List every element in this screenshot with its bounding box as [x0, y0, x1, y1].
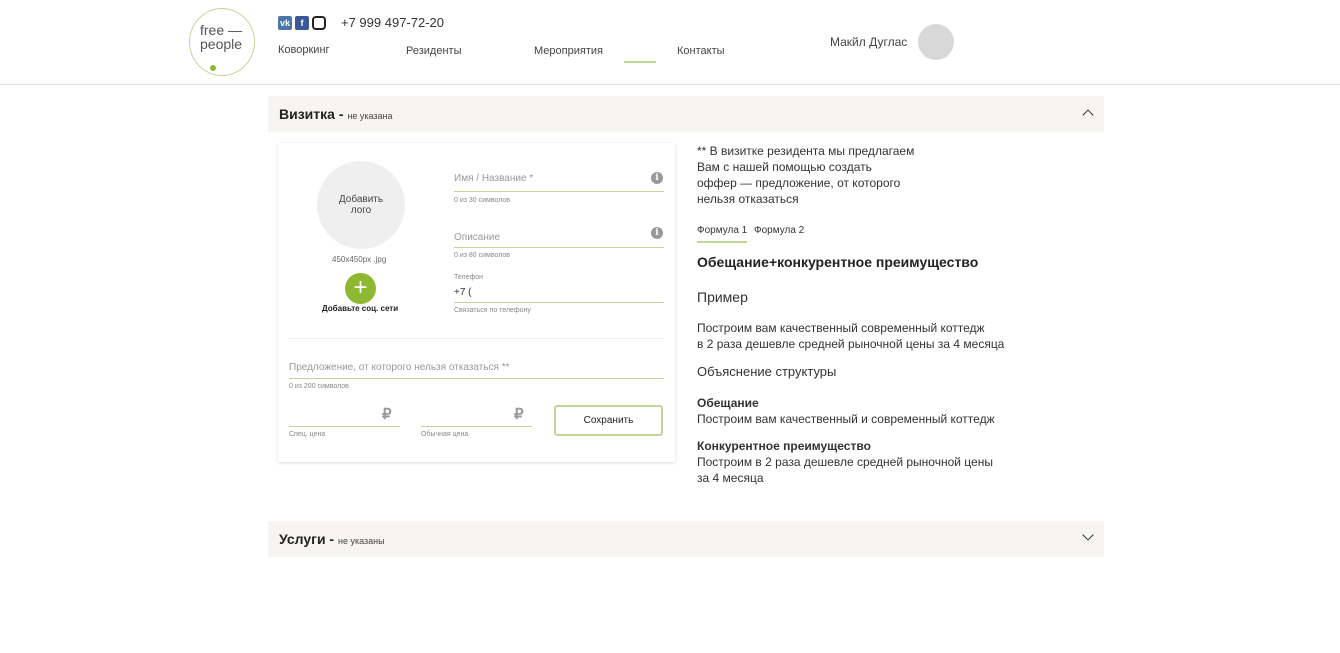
- chevron-up-icon[interactable]: [1082, 109, 1094, 121]
- help-intro: ** В визитке резидента мы предлагаем Вам …: [697, 144, 915, 206]
- user-name[interactable]: Макйл Дуглас: [830, 35, 907, 49]
- vizitka-status: не указана: [347, 111, 393, 121]
- phone[interactable]: +7 999 497-72-20: [341, 15, 444, 30]
- avatar[interactable]: [918, 24, 954, 60]
- offer-input[interactable]: Предложение, от которого нельзя отказать…: [289, 362, 509, 373]
- nav-coworking[interactable]: Коворкинг: [278, 44, 330, 56]
- phone-input[interactable]: +7 (: [454, 287, 472, 298]
- save-button[interactable]: Сохранить: [554, 405, 663, 436]
- description-input[interactable]: Описание: [454, 232, 500, 243]
- instagram-icon[interactable]: [312, 16, 326, 30]
- tab-formula-2[interactable]: Формула 2: [754, 223, 804, 239]
- info-icon[interactable]: i: [651, 172, 663, 184]
- add-logo-button[interactable]: Добавить лого: [317, 161, 405, 249]
- services-section-header[interactable]: Услуги - не указаны: [268, 521, 1104, 557]
- info-icon[interactable]: i: [651, 227, 663, 239]
- site-header: free — people vk f +7 999 497-72-20 Ково…: [0, 0, 1340, 85]
- chevron-down-icon[interactable]: [1082, 529, 1094, 541]
- services-status: не указаны: [338, 536, 385, 546]
- vk-icon[interactable]: vk: [278, 16, 292, 30]
- ruble-icon: ₽: [514, 406, 524, 423]
- add-social-button[interactable]: +: [345, 273, 376, 304]
- divider: [288, 338, 664, 339]
- vizitka-section-header[interactable]: Визитка - не указана: [268, 96, 1104, 132]
- name-input[interactable]: Имя / Название *: [454, 173, 533, 184]
- facebook-icon[interactable]: f: [295, 16, 309, 30]
- nav-active-indicator: [624, 61, 656, 63]
- vizitka-form: Добавить лого 450x450px .jpg + Добавьте …: [278, 143, 675, 462]
- nav-residents[interactable]: Резиденты: [406, 45, 461, 57]
- nav-contacts[interactable]: Контакты: [677, 45, 725, 57]
- ruble-icon: ₽: [382, 406, 392, 423]
- tab-formula-1[interactable]: Формула 1: [697, 223, 748, 243]
- logo[interactable]: free — people: [189, 8, 255, 76]
- nav-events[interactable]: Мероприятия: [534, 45, 603, 57]
